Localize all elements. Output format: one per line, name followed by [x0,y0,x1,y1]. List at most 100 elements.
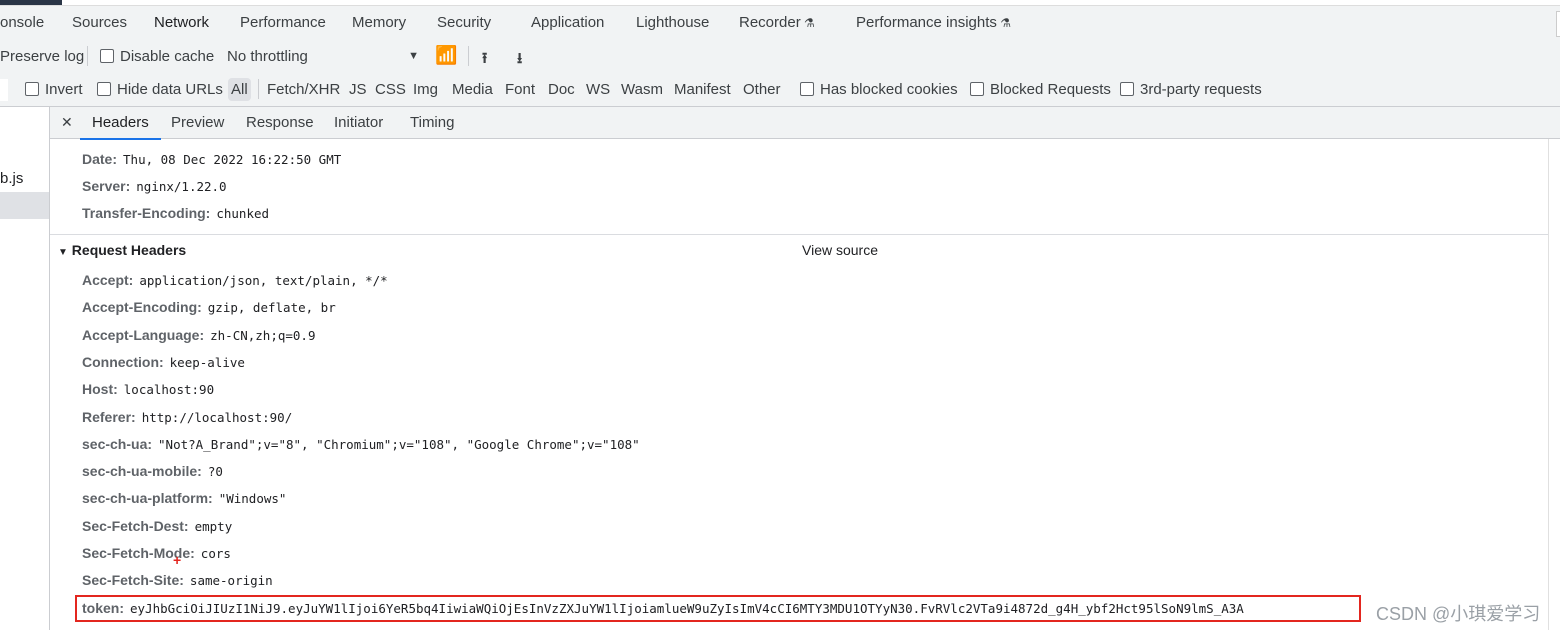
header-row: Host: localhost:90 [82,381,214,397]
header-value: localhost:90 [123,382,215,398]
header-value: keep-alive [169,354,245,370]
divider [50,234,1560,235]
header-name: sec-ch-ua-mobile: [82,463,202,480]
import-har-icon[interactable]: ⭱ [482,48,487,73]
request-list: b.js [0,107,50,630]
invert-checkbox[interactable]: Invert [25,81,83,98]
filter-type-manifest[interactable]: Manifest [674,81,731,98]
filter-type-css[interactable]: CSS [375,81,406,98]
filter-type-font[interactable]: Font [505,81,535,98]
header-name: Connection: [82,353,164,370]
view-source-link[interactable]: View source [802,242,878,258]
tab-memory[interactable]: Memory [352,14,406,31]
header-row: sec-ch-ua-mobile: ?0 [82,463,223,479]
hide-data-urls-checkbox[interactable]: Hide data URLs [97,81,223,98]
blocked-requests-label: Blocked Requests [990,81,1111,98]
filter-bar: Invert Hide data URLs Has blocked cookie… [0,73,1560,107]
dropdown-arrow-icon: ▼ [408,50,419,62]
throttling-value: No throttling [227,48,308,65]
export-har-icon[interactable]: ⭳ [517,48,522,73]
tab-security[interactable]: Security [437,14,491,31]
detail-tab-headers[interactable]: Headers [80,114,161,140]
devtools-tab-bar: onsole Sources Network Performance Memory Sec… [0,6,1560,43]
third-party-requests-checkbox[interactable]: 3rd-party requests [1120,81,1262,98]
filter-type-doc[interactable]: Doc [548,81,575,98]
preserve-log-checkbox[interactable]: Preserve log [0,48,84,65]
header-row: Accept-Language: zh-CN,zh;q=0.9 [82,327,315,343]
close-icon[interactable]: ✕ [61,114,73,131]
filter-type-wasm[interactable]: Wasm [621,81,663,98]
header-row: Server: nginx/1.22.0 [82,178,227,194]
request-item[interactable]: b.js [0,170,23,187]
header-row: Accept-Encoding: gzip, deflate, br [82,299,336,315]
watermark: CSDN @小琪爱学习 [1376,604,1541,624]
header-name: Accept-Encoding: [82,299,202,316]
header-value: Thu, 08 Dec 2022 16:22:50 GMT [123,152,342,167]
tab-lighthouse[interactable]: Lighthouse [636,14,709,31]
header-name: sec-ch-ua: [82,435,153,452]
header-row: Sec-Fetch-Site: same-origin [82,572,273,588]
header-name: Accept: [82,272,134,288]
header-row: Connection: keep-alive [82,354,245,370]
has-blocked-cookies-label: Has blocked cookies [820,81,958,98]
detail-tabs: ✕ Headers Preview Response Initiator Timing [50,107,1560,140]
invert-label: Invert [45,81,83,98]
tab-application[interactable]: Application [531,14,604,31]
disable-cache-checkbox[interactable]: Disable cache [100,48,214,65]
detail-tab-initiator[interactable]: Initiator [334,114,383,131]
header-name: Transfer-Encoding: [82,205,211,221]
header-value: ?0 [207,464,223,480]
header-row: Transfer-Encoding: chunked [82,205,269,221]
header-value: chunked [216,206,270,221]
detail-tab-response[interactable]: Response [246,114,314,131]
filter-type-img[interactable]: Img [413,81,438,98]
has-blocked-cookies-checkbox[interactable]: Has blocked cookies [800,81,958,98]
header-row: Accept: application/json, text/plain, */* [82,272,388,288]
header-name: sec-ch-ua-platform: [82,490,213,507]
tab-sources[interactable]: Sources [72,14,127,31]
tab-performance-insights[interactable]: Performance insights ⚗ [856,14,1011,31]
header-value: cors [200,546,231,561]
detail-tab-preview[interactable]: Preview [171,114,224,131]
token-highlight-box [75,595,1361,622]
header-name: Sec-Fetch-Dest: [82,517,189,534]
header-value: "Not?A_Brand";v="8", "Chromium";v="108",… [158,436,640,452]
header-name: Referer: [82,408,136,425]
tab-performance[interactable]: Performance [240,14,326,31]
header-name: Sec-Fetch-Site: [82,572,184,589]
header-value: nginx/1.22.0 [136,179,227,194]
filter-type-other[interactable]: Other [743,81,781,98]
header-row: Sec-Fetch-Mode: cors [82,545,231,561]
header-row: Sec-Fetch-Dest: empty [82,518,232,534]
header-value: empty [194,518,233,534]
filter-type-ws[interactable]: WS [586,81,610,98]
tab-label: Performance insights [856,14,997,31]
third-party-label: 3rd-party requests [1140,81,1262,98]
tab-label: Recorder [739,14,801,31]
detail-tab-timing[interactable]: Timing [410,114,454,131]
header-name: Host: [82,381,118,398]
filter-type-fetch-xhr[interactable]: Fetch/XHR [267,81,340,98]
tab-onsole[interactable]: onsole [0,14,44,31]
settings-button[interactable] [1556,11,1560,37]
filter-type-media[interactable]: Media [452,81,493,98]
filter-input[interactable] [0,79,8,101]
header-row: sec-ch-ua: "Not?A_Brand";v="8", "Chromium… [82,436,640,452]
header-row: sec-ch-ua-platform: "Windows" [82,490,286,506]
filter-type-all[interactable]: All [228,78,251,101]
throttling-select[interactable]: No throttling ▼ [227,48,419,65]
header-value: gzip, deflate, br [207,300,336,316]
header-name: Date: [82,151,118,167]
tab-network[interactable]: Network [141,14,222,43]
request-headers-section[interactable]: ▼ Request Headers [58,242,186,258]
triangle-down-icon: ▼ [58,247,68,258]
filter-type-js[interactable]: JS [349,81,367,98]
scrollbar[interactable] [1548,139,1560,630]
tab-recorder[interactable]: Recorder ⚗ [739,14,815,31]
header-value: same-origin [189,573,273,589]
header-row: Date: Thu, 08 Dec 2022 16:22:50 GMT [82,151,341,167]
blocked-requests-checkbox[interactable]: Blocked Requests [970,81,1111,98]
network-conditions-icon[interactable]: 📶 [435,45,457,66]
selected-request-item[interactable] [0,192,49,219]
header-value: application/json, text/plain, */* [139,273,388,288]
